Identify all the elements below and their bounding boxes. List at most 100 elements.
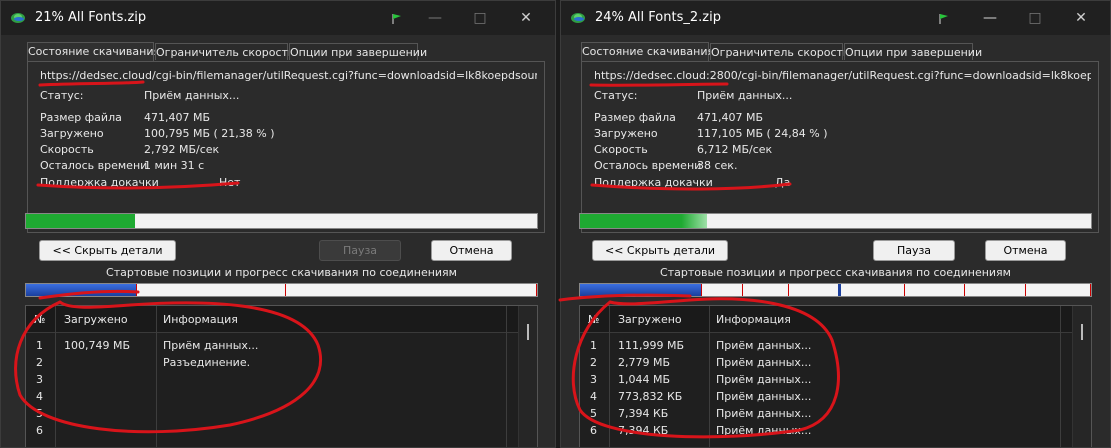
- green-flag-icon: [392, 14, 401, 24]
- row-info: Приём данных...: [716, 373, 812, 386]
- speed-value: 2,792 МБ/сек: [144, 143, 220, 156]
- row-info: Приём данных...: [716, 424, 812, 437]
- segment-marker: [788, 284, 789, 296]
- cancel-button[interactable]: Отмена: [985, 240, 1066, 261]
- connections-table: № Загружено Информация 1 111,999 МБ Приём …: [579, 305, 1092, 447]
- row-downloaded: 1,044 МБ: [618, 373, 671, 386]
- row-info: Приём данных...: [716, 390, 812, 403]
- tab-download-status[interactable]: Состояние скачивания: [581, 42, 714, 62]
- column-header-info[interactable]: Информация: [716, 313, 791, 326]
- row-downloaded: 2,779 МБ: [618, 356, 671, 369]
- tab-completion-options[interactable]: Опции при завершении: [844, 43, 982, 60]
- column-header-number[interactable]: №: [34, 313, 45, 326]
- idm-app-icon: [11, 13, 25, 23]
- progress-fill: [26, 214, 136, 228]
- hide-details-button[interactable]: << Скрыть детали: [592, 240, 728, 261]
- scrollbar-thumb[interactable]: [527, 324, 529, 340]
- row-downloaded: 7,394 КБ: [618, 424, 669, 437]
- close-icon[interactable]: ✕: [1070, 9, 1092, 27]
- vertical-scrollbar[interactable]: [1072, 306, 1091, 447]
- status-label: Статус:: [594, 89, 638, 102]
- column-header-info[interactable]: Информация: [163, 313, 238, 326]
- column-divider: [55, 306, 56, 447]
- file-size-value: 471,407 МБ: [697, 111, 764, 124]
- row-number: 6: [36, 424, 43, 437]
- status-label: Статус:: [40, 89, 84, 102]
- row-info: Приём данных...: [716, 356, 812, 369]
- table-header: № Загружено Информация: [580, 306, 1075, 333]
- row-info: Разъединение.: [163, 356, 251, 369]
- details-panel: [27, 61, 545, 233]
- minimize-icon[interactable]: —: [979, 9, 1001, 27]
- download-url: https://dedsec.cloud/cgi-bin/filemanager…: [40, 69, 537, 82]
- file-size-label: Размер файла: [40, 111, 122, 124]
- pause-button[interactable]: Пауза: [319, 240, 401, 261]
- row-downloaded: 7,394 КБ: [618, 407, 669, 420]
- segment-progress-1: [26, 284, 136, 296]
- row-number: 1: [590, 339, 597, 352]
- download-url: https://dedsec.cloud:2800/cgi-bin/filema…: [594, 69, 1091, 82]
- window-title: 24% All Fonts_2.zip: [595, 10, 721, 25]
- tab-speed-limiter[interactable]: Ограничитель скорости: [155, 43, 295, 60]
- connections-segment-bar: [579, 283, 1092, 297]
- time-left-value: 1 мин 31 с: [144, 159, 205, 172]
- tab-download-status[interactable]: Состояние скачивания: [27, 42, 160, 62]
- title-bar[interactable]: 21% All Fonts.zip — □ ✕: [1, 1, 555, 35]
- segment-progress-1: [580, 284, 701, 296]
- row-number: 3: [590, 373, 597, 386]
- download-window-1: 21% All Fonts.zip — □ ✕ Состояние скачив…: [0, 0, 556, 448]
- pause-button[interactable]: Пауза: [873, 240, 955, 261]
- minimize-icon[interactable]: —: [424, 9, 446, 27]
- download-progress-bar: [25, 213, 538, 229]
- row-number: 4: [590, 390, 597, 403]
- row-number: 5: [590, 407, 597, 420]
- row-number: 6: [590, 424, 597, 437]
- column-divider: [156, 306, 157, 447]
- window-title: 21% All Fonts.zip: [35, 10, 147, 25]
- vertical-scrollbar[interactable]: [518, 306, 537, 447]
- row-number: 4: [36, 390, 43, 403]
- download-window-2: 24% All Fonts_2.zip — □ ✕ Состояние скач…: [560, 0, 1111, 448]
- column-divider: [709, 306, 710, 447]
- idm-app-icon: [571, 13, 585, 23]
- row-info: Приём данных...: [716, 407, 812, 420]
- column-divider: [1060, 306, 1061, 447]
- connections-caption: Стартовые позиции и прогресс скачивания …: [106, 266, 457, 279]
- maximize-icon[interactable]: □: [469, 9, 491, 27]
- window-body: Состояние скачивания Ограничитель скорос…: [561, 35, 1110, 447]
- green-flag-icon: [939, 14, 948, 24]
- downloaded-value: 100,795 МБ ( 21,38 % ): [144, 127, 275, 140]
- details-panel: [581, 61, 1099, 233]
- resume-support-value: Нет: [219, 176, 241, 189]
- tab-speed-limiter[interactable]: Ограничитель скорости: [710, 43, 850, 60]
- row-number: 2: [590, 356, 597, 369]
- row-number: 3: [36, 373, 43, 386]
- row-info: Приём данных...: [163, 339, 259, 352]
- time-left-value: 38 сек.: [697, 159, 738, 172]
- title-bar[interactable]: 24% All Fonts_2.zip — □ ✕: [561, 1, 1110, 35]
- segment-marker: [964, 284, 965, 296]
- time-left-label: Осталось времени: [594, 159, 702, 172]
- progress-fill: [580, 214, 707, 228]
- row-downloaded: 111,999 МБ: [618, 339, 685, 352]
- scrollbar-thumb[interactable]: [1081, 324, 1083, 340]
- column-header-downloaded[interactable]: Загружено: [64, 313, 128, 326]
- hide-details-button[interactable]: << Скрыть детали: [39, 240, 176, 261]
- connections-caption: Стартовые позиции и прогресс скачивания …: [660, 266, 1011, 279]
- tab-completion-options[interactable]: Опции при завершении: [289, 43, 427, 60]
- column-header-downloaded[interactable]: Загружено: [618, 313, 682, 326]
- file-size-value: 471,407 МБ: [144, 111, 211, 124]
- row-number: 1: [36, 339, 43, 352]
- segment-marker: [1025, 284, 1026, 296]
- speed-label: Скорость: [40, 143, 94, 156]
- column-header-number[interactable]: №: [588, 313, 599, 326]
- segment-marker: [742, 284, 743, 296]
- close-icon[interactable]: ✕: [515, 9, 537, 27]
- status-value: Приём данных...: [697, 89, 793, 102]
- speed-value: 6,712 МБ/сек: [697, 143, 773, 156]
- cancel-button[interactable]: Отмена: [431, 240, 512, 261]
- window-body: Состояние скачивания Ограничитель скорос…: [1, 35, 555, 447]
- maximize-icon[interactable]: □: [1024, 9, 1046, 27]
- resume-support-label: Поддержка докачки: [594, 176, 713, 189]
- table-header: № Загружено Информация: [26, 306, 521, 333]
